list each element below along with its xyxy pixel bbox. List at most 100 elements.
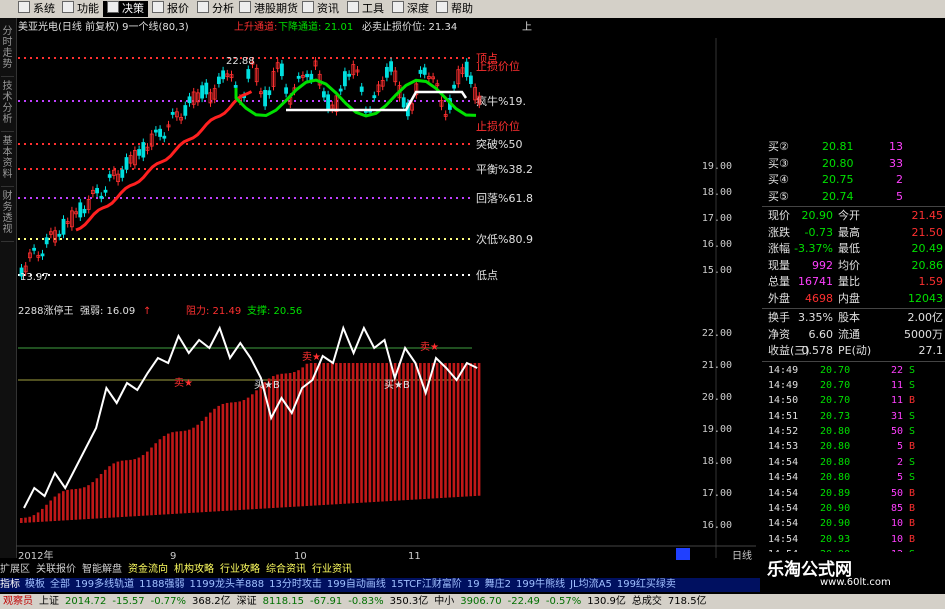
volume-bar <box>196 424 199 513</box>
menu-label: 功能 <box>77 2 99 15</box>
menu-item[interactable]: 工具 <box>343 1 388 17</box>
volume-bar <box>351 363 355 504</box>
volume-bar <box>230 402 233 511</box>
indicator-tab[interactable]: 199自动画线 <box>327 579 386 590</box>
left-tab[interactable]: 财务透视 <box>1 191 14 242</box>
candle-body <box>82 208 87 214</box>
volume-bar <box>259 386 262 509</box>
menu-item[interactable]: 帮助 <box>432 1 477 17</box>
candle-body <box>389 61 394 72</box>
candle-body <box>183 105 188 116</box>
volume-bar <box>272 376 275 508</box>
tick-side: B <box>908 533 915 545</box>
tick-time: 14:49 <box>768 379 799 391</box>
volume-bar <box>372 363 376 502</box>
menu-icon <box>18 1 30 13</box>
indicator-tab[interactable]: 模板 <box>25 579 45 590</box>
kline-chart-area[interactable]: 美亚光电(日线 前复权) 9一个线(80,3) 上升通道: 下降通道: 21.01 必… <box>16 18 756 563</box>
menu-item[interactable]: 报价 <box>148 1 193 17</box>
tick-price: 20.70 <box>820 364 851 376</box>
tick-volume: 10 <box>890 533 903 545</box>
extension-tab[interactable]: 行业资讯 <box>312 564 352 575</box>
indicator-tab[interactable]: 1199龙头羊888 <box>190 579 265 590</box>
indicator-tab[interactable]: JL均流A5 <box>570 579 612 590</box>
left-tab[interactable]: 分时走势 <box>1 26 14 77</box>
volume-bar <box>78 488 82 520</box>
indicator-tab[interactable]: 1188强弱 <box>139 579 184 590</box>
indicator-tab[interactable]: 指标 <box>0 579 20 590</box>
menu-icon <box>107 1 119 13</box>
bid-price: 20.74 <box>822 189 854 203</box>
candle-body <box>452 84 457 89</box>
indicator-tab[interactable]: 199多线轨道 <box>75 579 134 590</box>
candle-body <box>321 91 326 98</box>
candle-body <box>305 73 310 78</box>
menu-item[interactable]: 分析 <box>193 1 238 17</box>
volume-bar <box>99 473 103 519</box>
volume-bar <box>74 488 78 520</box>
candle-body <box>372 95 377 99</box>
indicator-strength: 强弱: 16.09 <box>80 305 135 317</box>
indicator-tab[interactable]: 13分时攻击 <box>269 579 322 590</box>
extension-tab[interactable]: 机构攻略 <box>174 564 214 575</box>
tick-side: S <box>908 426 915 438</box>
tick-time: 14:54 <box>768 518 799 530</box>
volume-bar <box>32 515 36 523</box>
menu-item[interactable]: 系统 <box>14 1 59 17</box>
volume-bar <box>158 439 162 515</box>
stat-row: 外盘 4698 内盘 12043 <box>762 291 945 308</box>
extension-tab[interactable]: 资金流向 <box>128 564 168 575</box>
menu-item[interactable]: 功能 <box>58 1 103 17</box>
fund-value: 3.35% <box>798 311 833 324</box>
indicator-tab[interactable]: 199红买绿卖 <box>617 579 676 590</box>
volume-bar <box>133 459 136 517</box>
extension-tab[interactable]: 扩展区 <box>0 564 30 575</box>
tick-side: B <box>908 518 915 530</box>
menu-item[interactable]: 深度 <box>388 1 433 17</box>
volume-bar <box>435 363 439 499</box>
bid-volume: 2 <box>896 173 903 186</box>
candle-body <box>246 69 251 79</box>
volume-bar <box>322 363 325 505</box>
quote-panel: 买② 20.81 13 买③ 20.80 33 买④ 20.75 2 买⑤ 20.74 5 现价 20.9… <box>762 139 945 563</box>
indicator-support: 支撑: 20.56 <box>247 304 302 317</box>
extension-tab[interactable]: 综合资讯 <box>266 564 306 575</box>
extension-tab[interactable]: 行业攻略 <box>220 564 260 575</box>
tick-time: 14:52 <box>768 426 799 438</box>
candle-body <box>120 169 125 178</box>
indicator-tab[interactable]: 舞庄2 <box>485 579 511 590</box>
up-trend-line <box>75 90 253 232</box>
indicator-tab[interactable]: 19 <box>467 579 480 590</box>
menu-item[interactable]: 决策 <box>103 1 148 17</box>
buy-signal: 买★B <box>254 379 280 391</box>
indicator-tab[interactable]: 199牛熊线 <box>516 579 565 590</box>
scroll-handle[interactable] <box>676 548 690 560</box>
fund-value: 2.00亿 <box>907 311 944 324</box>
volume-bar <box>251 394 254 510</box>
menu-item[interactable]: 资讯 <box>298 1 343 17</box>
volume-bar <box>87 485 90 519</box>
candle-body <box>263 90 268 107</box>
extension-tab[interactable]: 智能解盘 <box>82 564 122 575</box>
left-tab[interactable]: 基本资料 <box>1 136 14 187</box>
volume-bar <box>377 363 380 502</box>
extension-tab[interactable]: 关联报价 <box>36 564 76 575</box>
volume-bar <box>221 403 225 511</box>
fund-label: 净资 <box>768 327 790 341</box>
tick-price: 20.73 <box>820 410 851 422</box>
left-tab[interactable]: 技术分析 <box>1 81 14 132</box>
volume-bar <box>70 489 73 520</box>
tick-side: B <box>908 487 915 499</box>
candle-body <box>422 67 427 75</box>
tick-row: 14:52 20.80 50 S <box>762 424 945 439</box>
indicator-tab[interactable]: 全部 <box>50 579 70 590</box>
candle-body <box>103 189 108 193</box>
indicator-tab[interactable]: 15TCF江财富阶 <box>391 579 462 590</box>
menu-item[interactable]: 港股期货 <box>235 1 302 17</box>
divider <box>762 360 945 362</box>
bid-label: 买② <box>768 140 789 153</box>
volume-bar <box>280 373 283 508</box>
level-label: 突破%50 <box>476 137 522 151</box>
tick-volume: 11 <box>890 395 903 407</box>
volume-bar <box>120 460 124 517</box>
